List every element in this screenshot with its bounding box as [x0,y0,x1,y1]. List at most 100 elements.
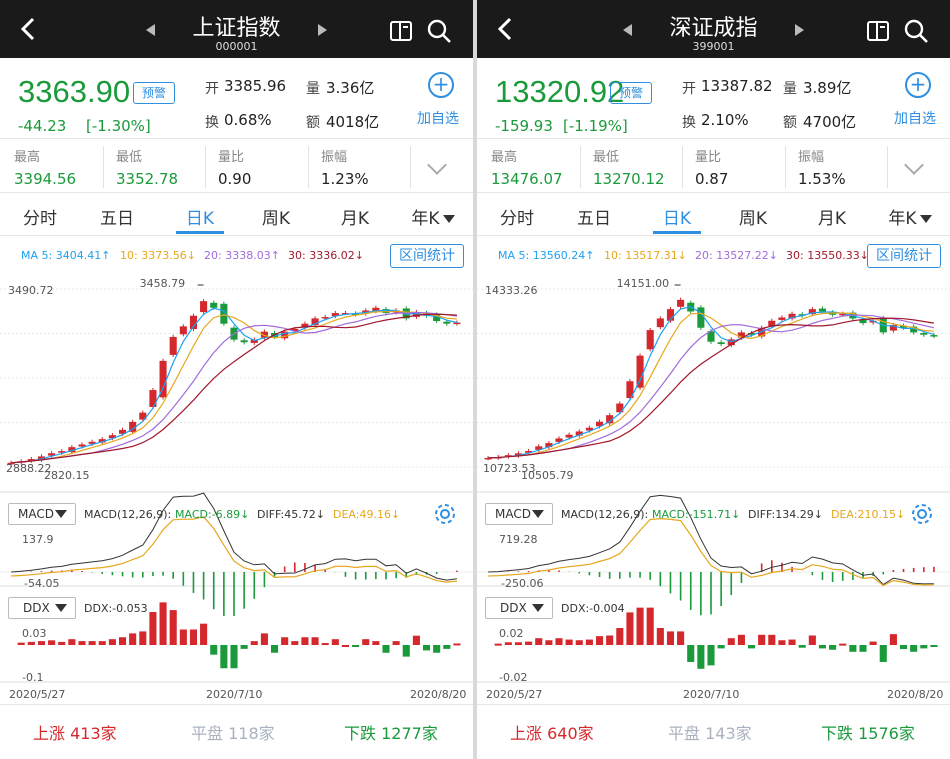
ddx-bar [108,639,116,645]
candle [677,299,685,307]
low-price-label: 2820.15 [44,469,90,482]
active-tab-indicator [176,231,224,234]
unchanged: 平盘 143家 [668,720,752,744]
ddx-bar [666,631,675,645]
candle [697,307,705,328]
ddx-bar [362,639,370,645]
dea-value: DEA:49.16↓ [333,508,401,521]
range-stats-button[interactable]: 区间统计 [390,244,464,268]
divider [477,235,950,236]
candle [78,444,86,447]
search-icon[interactable] [903,18,929,44]
compare-icon[interactable] [388,18,414,44]
open-value: 13387.82 [701,77,773,95]
candle [240,340,248,343]
ddx-bar [352,645,360,647]
alert-button[interactable]: 预警 [610,82,652,104]
ddx-bar [250,641,258,645]
compare-icon[interactable] [865,18,891,44]
ddx-bar [717,645,725,649]
ma20-value: 20: 13527.22↓ [695,249,778,262]
unchanged: 平盘 118家 [191,720,275,744]
ma10-value: 10: 13517.31↓ [604,249,687,262]
ddx-bar [920,645,928,649]
volume-label: 量 [306,81,320,97]
ddx-bar [525,641,533,645]
ddx-value: DDX:-0.004 [561,602,625,615]
tab-five-day[interactable]: 五日 [97,204,137,229]
search-icon[interactable] [426,18,452,44]
tab-daily-k[interactable]: 日K [180,204,220,229]
settings-gear-icon[interactable] [432,501,458,527]
ddx-bar [606,635,614,645]
ma5-value: MA 5: 3404.41↑ [21,249,111,262]
ddx-bar [291,641,299,645]
y-axis-max: 14333.26 [485,284,538,297]
settings-gear-icon[interactable] [909,501,935,527]
next-arrow-icon[interactable] [795,24,804,36]
ddx-bar [179,629,187,645]
candle [920,332,928,335]
caret-down-icon [55,604,67,612]
chevron-down-icon[interactable] [904,155,924,175]
amplitude-label: 振幅 [321,150,348,165]
macd-axis-min: -250.06 [501,577,544,590]
tab-monthly-k[interactable]: 月K [335,204,375,229]
ddx-bar [504,642,512,645]
chevron-down-icon[interactable] [427,155,447,175]
unchanged-label: 平盘 [191,724,224,743]
decliners: 下跌 1277家 [344,720,438,744]
add-watchlist-button[interactable]: 加自选 [894,108,936,128]
next-arrow-icon[interactable] [318,24,327,36]
ddx-bar [646,607,654,645]
tab-intraday[interactable]: 分时 [497,204,537,229]
macd-select[interactable]: MACD [8,503,76,525]
ma10-value: 10: 3373.56↓ [120,249,196,262]
alert-button[interactable]: 预警 [133,82,175,104]
tab-daily-k[interactable]: 日K [657,204,697,229]
ddx-select[interactable]: DDX [8,597,76,619]
ddx-axis-max: 0.02 [499,627,524,640]
ddx-bar [270,645,279,653]
unchanged-label: 平盘 [668,724,701,743]
ddx-bar [778,640,786,645]
tab-five-day[interactable]: 五日 [574,204,614,229]
open-label: 开 [205,81,219,97]
caret-down-icon [55,510,67,518]
volume-ratio-label: 量比 [695,150,722,165]
advancers: 上涨 640家 [510,720,594,744]
ddx-bar [118,637,127,645]
ddx-bar [149,612,157,645]
ma5-value: MA 5: 13560.24↑ [498,249,595,262]
low-price-label: 10505.79 [521,469,574,482]
tab-monthly-k[interactable]: 月K [812,204,852,229]
add-icon[interactable]: + [428,72,454,98]
range-stats-button[interactable]: 区间统计 [867,244,941,268]
ddx-bar [899,645,908,650]
divider [477,138,950,139]
high-value: 13476.07 [491,170,563,188]
price-change: -159.93 [495,117,553,135]
add-watchlist-button[interactable]: 加自选 [417,108,459,128]
tab-yearly-k[interactable]: 年K [406,204,460,229]
amplitude-label: 振幅 [798,150,825,165]
ddx-bar [829,645,837,650]
ddx-bar [68,639,76,645]
kline-chart[interactable] [0,272,473,692]
macd-select-label: MACD [18,507,54,521]
tab-yearly-k[interactable]: 年K [883,204,937,229]
advancers-count: 413家 [70,724,117,743]
ddx-select[interactable]: DDX [485,597,553,619]
candle [717,342,725,345]
turnover-value: 0.68% [224,111,272,129]
ddx-bar [139,631,147,645]
macd-select[interactable]: MACD [485,503,553,525]
amount-value: 4018亿 [326,113,380,131]
ddx-bar [494,643,502,646]
kline-chart[interactable] [477,272,950,692]
add-icon[interactable]: + [905,72,931,98]
tab-weekly-k[interactable]: 周K [733,204,773,229]
ddx-bar [58,641,66,645]
tab-intraday[interactable]: 分时 [20,204,60,229]
tab-weekly-k[interactable]: 周K [256,204,296,229]
